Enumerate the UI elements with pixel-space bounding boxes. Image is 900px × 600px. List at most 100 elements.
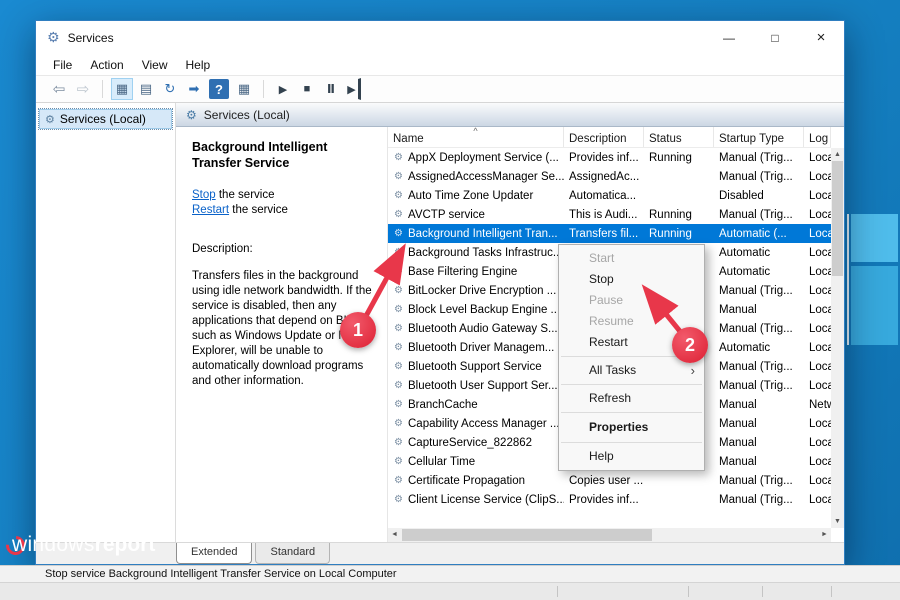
column-header-name[interactable]: ^Name [388,127,564,147]
restart-service-link[interactable]: Restart [192,204,229,216]
menu-help[interactable]: Help [177,58,220,72]
service-row[interactable]: ⚙AssignedAccessManager Se...AssignedAc..… [388,167,831,186]
menu-view[interactable]: View [133,58,177,72]
horizontal-scrollbar[interactable]: ◄ ► [388,528,831,542]
service-status-cell: Running [644,224,714,243]
column-header-description[interactable]: Description [564,127,644,147]
status-pane-divider [688,586,689,597]
context-menu-item-all-tasks[interactable]: All Tasks› [559,360,704,381]
service-row[interactable]: ⚙AppX Deployment Service (...Provides in… [388,148,831,167]
service-name: CaptureService_822862 [408,437,532,449]
service-startup-type-cell: Manual [714,452,804,471]
menu-action[interactable]: Action [81,58,132,72]
stop-service-icon[interactable]: ■ [296,78,318,100]
scroll-down-icon[interactable]: ▼ [831,515,844,528]
sort-ascending-icon: ^ [473,126,477,136]
export-list-icon[interactable]: ➡ [183,78,205,100]
windowsreport-logo: windowsreport [6,529,155,561]
pause-service-icon[interactable]: Ⅱ [320,78,342,100]
refresh-console-icon[interactable]: ↻ [159,78,181,100]
service-row[interactable]: ⚙Auto Time Zone UpdaterAutomatica...Disa… [388,186,831,205]
services-header-icon: ⚙ [186,108,197,122]
content-body: Background Intelligent Transfer Service … [176,127,844,542]
service-row[interactable]: ⚙Certificate PropagationCopies user ...M… [388,471,831,490]
tab-standard[interactable]: Standard [255,543,330,564]
service-name-cell: ⚙Block Level Backup Engine ... [388,300,564,319]
show-console-tree-icon[interactable]: ▦ [111,78,133,100]
service-name-cell: ⚙BitLocker Drive Encryption ... [388,281,564,300]
service-description-cell: Provides inf... [564,148,644,167]
service-description-cell: Transfers fil... [564,224,644,243]
scroll-up-icon[interactable]: ▲ [831,148,844,161]
service-action-links: Stop the service Restart the service [192,188,377,218]
service-gear-icon: ⚙ [392,361,405,372]
help-icon[interactable]: ? [209,79,229,99]
start-service-icon[interactable]: ▶ [272,78,294,100]
window-title: Services [68,31,114,45]
service-row[interactable]: ⚙Background Intelligent Tran...Transfers… [388,224,831,243]
service-startup-type-cell: Automatic [714,262,804,281]
service-name: BitLocker Drive Encryption ... [408,285,556,297]
service-logon-cell: Loca... [804,224,831,243]
tab-extended[interactable]: Extended [176,543,252,564]
restart-service-line: Restart the service [192,203,377,218]
service-logon-cell: Loca... [804,376,831,395]
extended-view-icon[interactable]: ▦ [233,78,255,100]
service-row[interactable]: ⚙Client License Service (ClipS...Provide… [388,490,831,509]
service-logon-cell: Loca... [804,490,831,509]
service-name-cell: ⚙Cellular Time [388,452,564,471]
context-menu-item-pause[interactable]: Pause [559,290,704,311]
service-startup-type-cell: Manual (Trig... [714,490,804,509]
service-gear-icon: ⚙ [392,437,405,448]
column-header-startup-type[interactable]: Startup Type [714,127,804,147]
scroll-left-icon[interactable]: ◄ [388,528,401,542]
service-name-cell: ⚙Bluetooth User Support Ser... [388,376,564,395]
stop-service-link[interactable]: Stop [192,189,216,201]
forward-icon[interactable]: ⇨ [72,78,94,100]
service-name: AVCTP service [408,209,485,221]
stop-link-suffix: the service [216,189,275,201]
service-startup-type-cell: Manual [714,300,804,319]
context-menu-item-stop[interactable]: Stop [559,269,704,290]
maximize-button[interactable]: □ [752,21,798,54]
minimize-button[interactable]: — [706,21,752,54]
context-menu-item-properties[interactable]: Properties [559,416,704,439]
service-status-cell [644,167,714,186]
service-startup-type-cell: Manual (Trig... [714,471,804,490]
horizontal-scroll-thumb[interactable] [402,529,652,541]
services-app-icon: ⚙ [47,29,60,46]
status-pane-divider [557,586,558,597]
service-row[interactable]: ⚙AVCTP serviceThis is Audi...RunningManu… [388,205,831,224]
service-gear-icon: ⚙ [392,228,405,239]
menu-file[interactable]: File [44,58,81,72]
context-menu-item-help[interactable]: Help [559,446,704,467]
service-description-cell: Automatica... [564,186,644,205]
properties-sheet-icon[interactable]: ▤ [135,78,157,100]
context-menu-item-start[interactable]: Start [559,248,704,269]
content-header: ⚙ Services (Local) [176,103,844,127]
service-logon-cell: Loca... [804,205,831,224]
service-name: Bluetooth User Support Ser... [408,380,558,392]
scroll-right-icon[interactable]: ► [818,528,831,542]
service-logon-cell: Loca... [804,414,831,433]
restart-service-icon[interactable]: ▶ [344,78,361,100]
column-header-log-on-as[interactable]: Log O [804,127,831,147]
desktop-decoration [847,214,849,345]
service-startup-type-cell: Manual (Trig... [714,148,804,167]
service-name: Auto Time Zone Updater [408,190,533,202]
back-icon[interactable]: ⇦ [48,78,70,100]
vertical-scroll-thumb[interactable] [832,161,843,276]
close-button[interactable]: × [798,21,844,54]
tree-item-services-local[interactable]: ⚙ Services (Local) [39,109,172,129]
service-logon-cell: Loca... [804,167,831,186]
service-name: BranchCache [408,399,478,411]
menu-bar: FileActionViewHelp [36,54,844,76]
service-name-cell: ⚙Base Filtering Engine [388,262,564,281]
desktop: ⚙ Services — □ × FileActionViewHelp ⇦⇨▦▤… [0,0,900,600]
context-menu-item-refresh[interactable]: Refresh [559,388,704,409]
column-header-status[interactable]: Status [644,127,714,147]
vertical-scrollbar[interactable]: ▲ ▼ [831,148,844,528]
service-name: Background Tasks Infrastruc... [408,247,562,259]
service-logon-cell: Netw... [804,395,831,414]
service-startup-type-cell: Disabled [714,186,804,205]
